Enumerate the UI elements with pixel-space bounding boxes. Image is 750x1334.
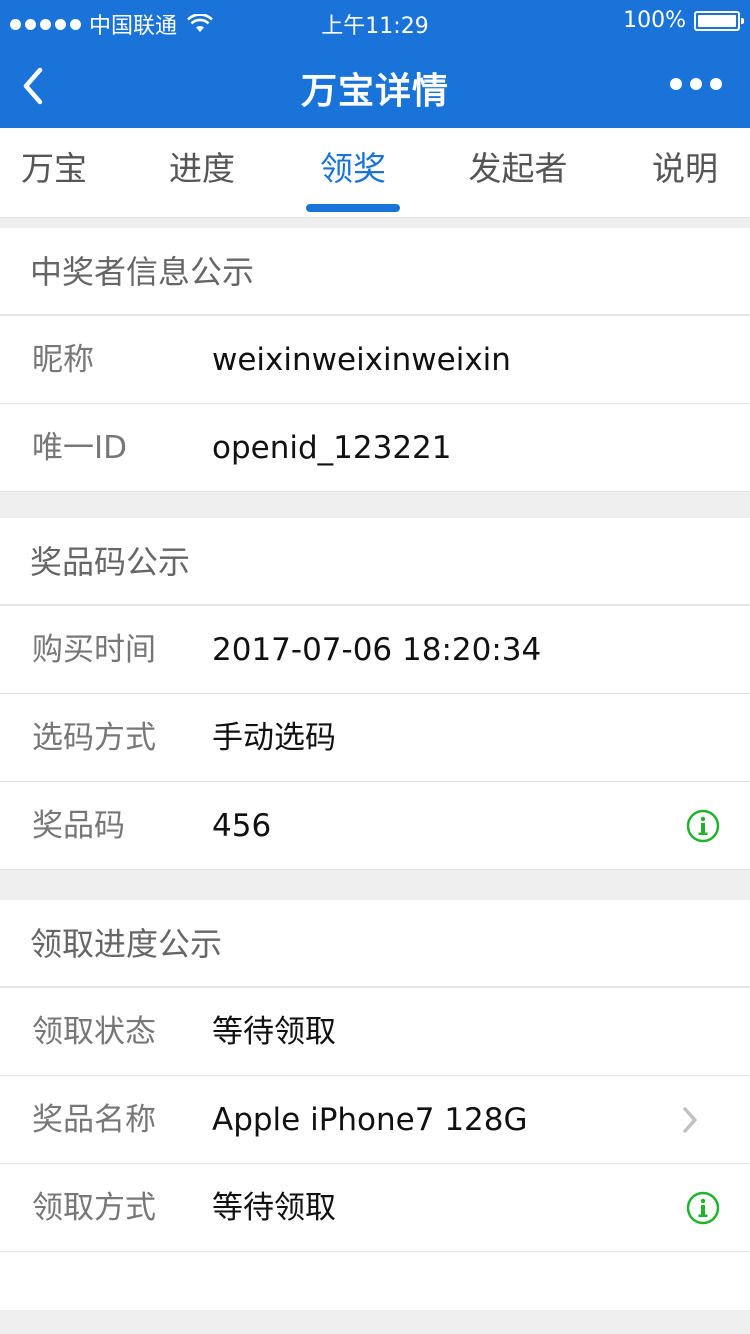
nickname-value: weixinweixinweixin — [212, 342, 511, 378]
prize-name-row[interactable]: 奖品名称 Apple iPhone7 128G — [0, 1076, 750, 1164]
prize-code-section: 奖品码公示 购买时间 2017-07-06 18:20:34 选码方式 手动选码… — [0, 518, 750, 870]
row-label: 购买时间 — [32, 632, 156, 668]
section-header: 奖品码公示 — [0, 518, 750, 606]
page-title: 万宝详情 — [300, 71, 449, 112]
purchase-time-value: 2017-07-06 18:20:34 — [212, 632, 542, 668]
row-label: 领取状态 — [32, 1014, 156, 1050]
row-label: 昵称 — [32, 342, 94, 378]
row-label: 领取方式 — [32, 1190, 156, 1226]
claim-status-row: 领取状态 等待领取 — [0, 988, 750, 1076]
claim-method-value: 等待领取 — [212, 1190, 336, 1226]
status-right: 100% — [623, 8, 744, 33]
tab-label: 发起者 — [468, 149, 568, 188]
tab-initiator[interactable]: 发起者 — [448, 128, 588, 218]
section-header: 中奖者信息公示 — [0, 228, 750, 316]
row-label: 选码方式 — [32, 720, 156, 756]
tab-bar: 万宝 进度 领奖 发起者 说明 — [0, 128, 750, 218]
info-icon[interactable] — [686, 809, 720, 843]
prize-name-value: Apple iPhone7 128G — [212, 1102, 528, 1138]
nav-bar: 万宝详情 — [0, 44, 750, 128]
section-header: 领取进度公示 — [0, 900, 750, 988]
tab-claim-prize[interactable]: 领奖 — [292, 128, 414, 218]
selection-method-row: 选码方式 手动选码 — [0, 694, 750, 782]
winner-info-section: 中奖者信息公示 昵称 weixinweixinweixin 唯一ID openi… — [0, 228, 750, 492]
tab-description[interactable]: 说明 — [630, 128, 740, 218]
status-bar: 中国联通 上午11:29 100% — [0, 0, 750, 44]
claim-status-value: 等待领取 — [212, 1014, 336, 1050]
tab-wanbao[interactable]: 万宝 — [0, 128, 108, 218]
purchase-time-row: 购买时间 2017-07-06 18:20:34 — [0, 606, 750, 694]
claim-method-row: 领取方式 等待领取 — [0, 1164, 750, 1252]
prize-code-value: 456 — [212, 808, 272, 844]
tab-label: 领奖 — [320, 149, 386, 188]
unique-id-value: openid_123221 — [212, 430, 452, 466]
prize-code-row: 奖品码 456 — [0, 782, 750, 870]
tab-label: 万宝 — [21, 149, 87, 188]
more-dots-icon[interactable] — [670, 78, 722, 90]
tab-progress[interactable]: 进度 — [140, 128, 264, 218]
row-label: 唯一ID — [32, 430, 128, 466]
selection-method-value: 手动选码 — [212, 720, 336, 756]
unique-id-row: 唯一ID openid_123221 — [0, 404, 750, 492]
battery-icon — [694, 10, 744, 31]
tab-label: 进度 — [169, 149, 235, 188]
info-icon[interactable] — [686, 1191, 720, 1225]
tab-label: 说明 — [652, 149, 718, 188]
row-label: 奖品名称 — [32, 1102, 156, 1138]
active-tab-indicator — [306, 204, 400, 212]
claim-progress-section: 领取进度公示 领取状态 等待领取 奖品名称 Apple iPhone7 128G… — [0, 900, 750, 1310]
battery-percent: 100% — [623, 8, 686, 33]
chevron-right-icon[interactable] — [680, 1104, 700, 1136]
row-label: 奖品码 — [32, 808, 125, 844]
nickname-row: 昵称 weixinweixinweixin — [0, 316, 750, 404]
